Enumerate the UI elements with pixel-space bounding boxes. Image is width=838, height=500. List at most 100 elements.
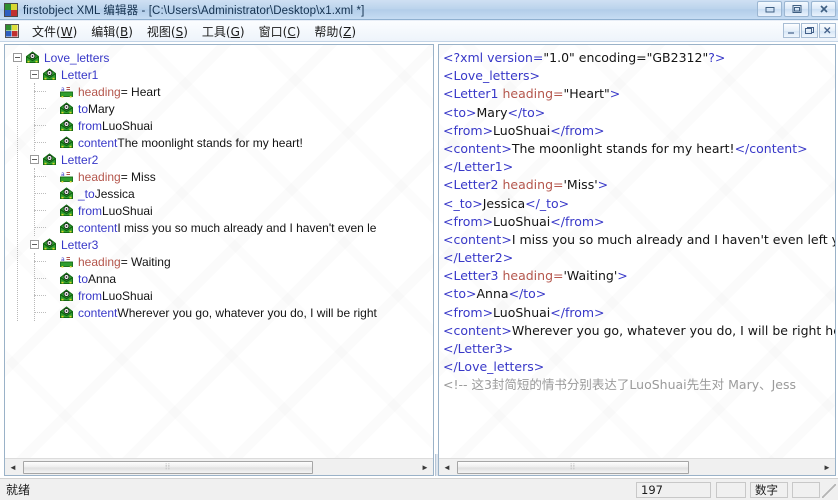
menu-item-window[interactable]: 窗口(C) [252,21,308,42]
xml-source-line: <!-- 这3封简短的情书分别表达了LuoShuai先生对 Mary、Jess [443,376,835,394]
tree-row[interactable]: from LuoShuai [5,202,433,219]
tree-row[interactable]: a heading = Waiting [5,253,433,270]
tree-scroll-track[interactable]: ⦙⦙ [21,459,417,475]
tree-row[interactable]: Letter2 [5,151,433,168]
tree-elbow-connector [34,108,46,109]
mdi-close-button[interactable] [819,23,836,38]
xml-source-line: </Letter3> [443,340,835,358]
xml-token-txt: 'Waiting' [563,268,618,284]
xml-token-tag: </from> [550,304,605,320]
tree-row[interactable]: _to Jessica [5,185,433,202]
xml-source-text[interactable]: <?xml version="1.0" encoding="GB2312"?> <… [443,49,835,395]
xml-token-tag: <content> [443,140,512,156]
menu-item-view[interactable]: 视图(S) [140,21,195,42]
tree-node-value: Wherever you go, whatever you do, I will… [117,305,377,320]
tree-row[interactable]: content Wherever you go, whatever you do… [5,304,433,321]
tree-row[interactable]: content The moonlight stands for my hear… [5,134,433,151]
xml-token-tag: <?xml version= [443,50,544,65]
xml-token-tag: </from> [550,213,605,229]
xml-token-tag: </to> [508,286,547,302]
tree-row[interactable]: from LuoShuai [5,117,433,134]
menu-item-tools[interactable]: 工具(G) [195,21,252,42]
xml-source-line: <Letter2 heading='Miss'> [443,176,835,194]
tree-scroll-thumb[interactable]: ⦙⦙ [23,460,313,474]
text-scroll-left-arrow[interactable]: ◄ [439,459,455,475]
element-icon [25,51,40,64]
tree-node-name: from [78,203,102,218]
xml-source-line: </Letter1> [443,158,835,176]
maximize-button[interactable] [784,1,809,17]
minimize-button[interactable] [757,1,782,17]
status-message: 就绪 [6,483,31,497]
tree-collapse-toggle-icon[interactable] [13,53,22,62]
tree-scroll-left-arrow[interactable]: ◄ [5,459,21,475]
menu-item-tools-accel: G [230,24,240,39]
xml-token-txt: The moonlight stands for my heart! [511,140,735,156]
mdi-minimize-button[interactable] [783,23,800,38]
tree-row[interactable]: content I miss you so much already and I… [5,219,433,236]
attribute-icon: a [59,255,74,268]
tree-node-name: from [78,118,102,133]
tree-node-name: Letter1 [61,67,99,82]
tree-row[interactable]: to Anna [5,270,433,287]
text-horizontal-scrollbar[interactable]: ◄ ⦙⦙ ► [439,458,835,475]
close-button[interactable] [811,1,836,17]
menu-item-view-accel: S [175,24,184,39]
tree-row[interactable]: Letter1 [5,66,433,83]
xml-token-txt: Mary [476,104,508,120]
tree-row[interactable]: a heading = Heart [5,83,433,100]
xml-token-tag: <from> [443,122,494,138]
xml-token-tag: <Letter3 [443,268,503,284]
element-icon [59,102,74,115]
text-scroll-right-arrow[interactable]: ► [819,459,835,475]
xml-tree-pane[interactable]: Love_letters Letter1 a heading = Heart to Ma… [4,44,434,476]
title-bar: firstobject XML 编辑器 - [C:\Users\Administ… [0,0,838,20]
menu-item-file[interactable]: 文件(W) [25,21,84,42]
text-scroll-track[interactable]: ⦙⦙ [455,459,819,475]
xml-token-tag: </content> [734,140,808,156]
element-icon [42,68,57,81]
status-trailing-cell [792,482,820,498]
tree-collapse-toggle-icon[interactable] [30,155,39,164]
tree-scroll-viewport[interactable]: Love_letters Letter1 a heading = Heart to Ma… [5,45,433,458]
tree-row[interactable]: to Mary [5,100,433,117]
resize-grip-icon[interactable] [822,484,836,498]
tree-collapse-toggle-icon[interactable] [30,70,39,79]
status-blank-cell [716,482,746,498]
tree-node-name: content [78,305,118,320]
xml-source-line: <?xml version="1.0" encoding="GB2312"?> [443,49,835,67]
tree-scroll-right-arrow[interactable]: ► [417,459,433,475]
xml-token-tag: </to> [507,104,546,120]
tree-root: Love_letters Letter1 a heading = Heart to Ma… [5,45,433,321]
menu-item-help[interactable]: 帮助(Z) [307,21,363,42]
tree-node-name: heading [78,84,121,99]
tree-row[interactable]: Letter3 [5,236,433,253]
tree-horizontal-scrollbar[interactable]: ◄ ⦙⦙ ► [5,458,433,475]
mdi-restore-button[interactable] [801,23,818,38]
tree-row[interactable]: Love_letters [5,49,433,66]
tree-node-value: = Miss [120,169,156,184]
text-scroll-thumb[interactable]: ⦙⦙ [457,460,689,474]
tree-elbow-connector [34,261,46,262]
xml-token-attr: heading= [502,177,564,193]
tree-row[interactable]: from LuoShuai [5,287,433,304]
element-icon [59,187,74,200]
tree-row[interactable]: a heading = Miss [5,168,433,185]
text-scroll-viewport[interactable]: <?xml version="1.0" encoding="GB2312"?> <… [439,45,835,458]
xml-text-pane[interactable]: <?xml version="1.0" encoding="GB2312"?> <… [438,44,836,476]
tree-node-name: content [78,135,118,150]
xml-token-tag: </Letter3> [443,341,514,356]
xml-token-txt: LuoShuai [493,304,551,320]
xml-token-tag: </Love_letters> [443,359,545,375]
tree-node-value: LuoShuai [102,118,153,133]
element-icon [59,289,74,302]
window-controls [757,1,836,17]
tree-collapse-toggle-icon[interactable] [30,240,39,249]
xml-token-tag: <Love_letters> [443,68,540,84]
xml-token-tag: <content> [443,322,512,338]
tree-elbow-connector [34,125,46,126]
menu-item-edit[interactable]: 编辑(B) [84,21,140,42]
xml-token-tag: > [617,268,628,284]
xml-source-line: </Letter2> [443,249,835,267]
tree-elbow-connector [34,142,46,143]
